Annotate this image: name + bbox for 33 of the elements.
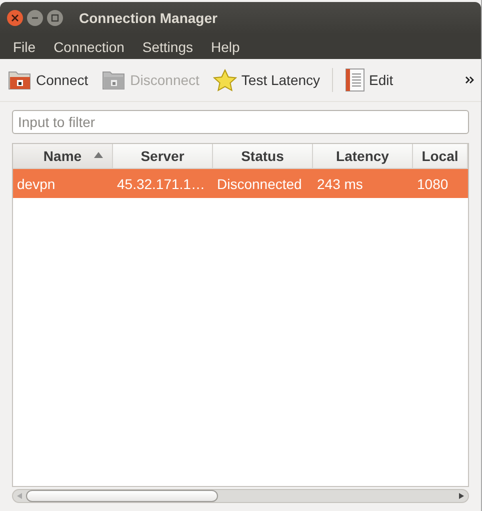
maximize-icon xyxy=(51,14,59,22)
table-cell-text: 243 ms xyxy=(316,176,364,192)
menu-item[interactable]: File xyxy=(13,38,36,54)
table-cell-text: 45.32.171.1… xyxy=(116,176,206,192)
column-header[interactable]: Name xyxy=(13,144,113,168)
menu-item[interactable]: Settings xyxy=(142,38,193,54)
table-cell-text: devpn xyxy=(16,176,56,192)
toolbar-button[interactable]: Edit xyxy=(343,68,396,92)
horizontal-scrollbar[interactable] xyxy=(12,489,469,503)
table-cell-text: Disconnected xyxy=(216,176,303,192)
maximize-button[interactable] xyxy=(47,10,63,26)
folder-icon xyxy=(8,69,32,91)
column-header[interactable]: Server xyxy=(113,144,213,168)
table-cell-text: 1080 xyxy=(416,176,450,192)
filter-field[interactable]: Input to filter xyxy=(12,110,469,134)
column-header[interactable]: Latency xyxy=(313,144,413,168)
sort-ascending-icon xyxy=(94,152,103,158)
toolbar-button[interactable]: Connect xyxy=(6,69,90,91)
menu-item[interactable]: Help xyxy=(210,38,240,54)
column-header[interactable]: Status xyxy=(213,144,313,168)
folder-icon xyxy=(102,69,126,91)
scrollbar-thumb[interactable] xyxy=(26,490,218,502)
column-header[interactable]: Local xyxy=(413,144,468,168)
scroll-right-icon[interactable] xyxy=(459,493,464,499)
overflow-icon[interactable] xyxy=(465,76,475,84)
minimize-button[interactable] xyxy=(27,10,43,26)
star-icon xyxy=(213,68,238,92)
window-title: Connection Manager xyxy=(79,10,218,26)
close-icon xyxy=(11,14,19,22)
toolbar-button[interactable]: Test Latency xyxy=(211,68,322,92)
close-button[interactable] xyxy=(7,10,23,26)
document-icon xyxy=(345,68,366,92)
menu-item[interactable]: Connection xyxy=(54,38,124,54)
